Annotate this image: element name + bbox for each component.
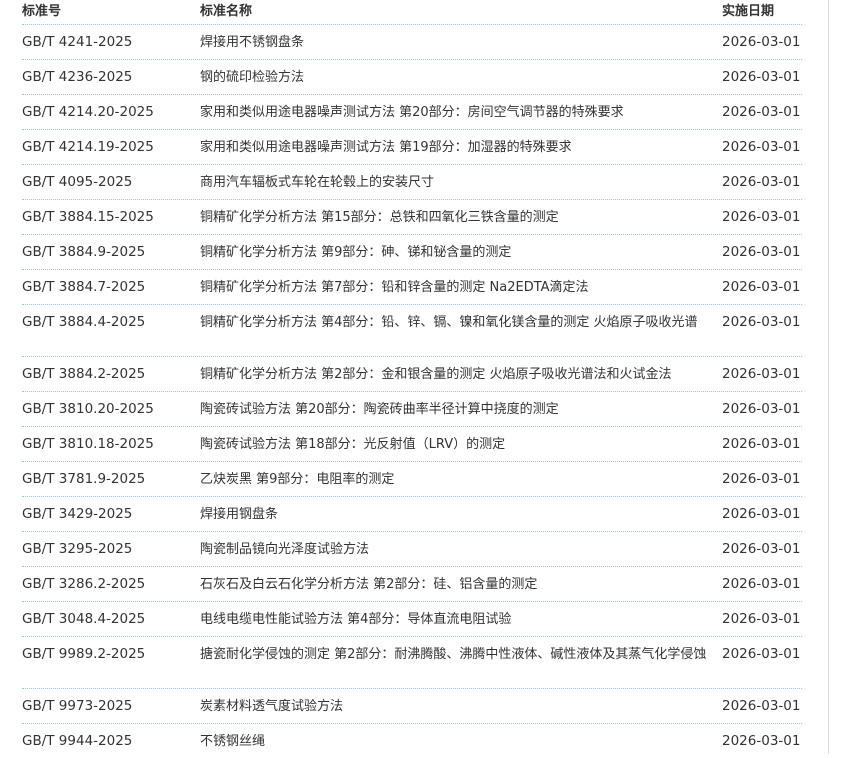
implementation-date: 2026-03-01 [722,471,801,487]
standards-table: 标准号 标准名称 实施日期 GB/T 4241-2025 焊接用不锈钢盘条 2026… [22,0,802,758]
implementation-date: 2026-03-01 [722,401,801,417]
standard-number[interactable]: GB/T 3810.20-2025 [22,397,200,422]
standard-number[interactable]: GB/T 3884.15-2025 [22,205,200,230]
standard-name[interactable]: 焊接用钢盘条 [200,502,722,527]
implementation-date: 2026-03-01 [722,174,801,190]
standard-number[interactable]: GB/T 3286.2-2025 [22,572,200,597]
table-row[interactable]: GB/T 9989.2-2025 搪瓷耐化学侵蚀的测定 第2部分：耐沸腾酸、沸腾中… [22,636,802,688]
table-row[interactable]: GB/T 9944-2025 不锈钢丝绳 2026-03-01 [22,723,802,758]
implementation-date: 2026-03-01 [722,209,801,225]
standard-name[interactable]: 不锈钢丝绳 [200,729,722,754]
standard-name[interactable]: 石灰石及白云石化学分析方法 第2部分：硅、铝含量的测定 [200,572,722,597]
implementation-date: 2026-03-01 [722,279,801,295]
table-row[interactable]: GB/T 3810.18-2025 陶瓷砖试验方法 第18部分：光反射值（LRV）… [22,426,802,461]
standard-number[interactable]: GB/T 4214.19-2025 [22,135,200,160]
standard-name[interactable]: 陶瓷制品镜向光泽度试验方法 [200,537,722,562]
standard-number[interactable]: GB/T 3884.7-2025 [22,275,200,300]
table-row[interactable]: GB/T 9973-2025 炭素材料透气度试验方法 2026-03-01 [22,688,802,723]
table-row[interactable]: GB/T 4095-2025 商用汽车辐板式车轮在轮毂上的安装尺寸 2026-03-… [22,164,802,199]
table-row[interactable]: GB/T 3429-2025 焊接用钢盘条 2026-03-01 [22,496,802,531]
implementation-date: 2026-03-01 [722,139,801,155]
table-row[interactable]: GB/T 3810.20-2025 陶瓷砖试验方法 第20部分：陶瓷砖曲率半径计算… [22,391,802,426]
standard-number[interactable]: GB/T 3295-2025 [22,537,200,562]
standard-name[interactable]: 商用汽车辐板式车轮在轮毂上的安装尺寸 [200,170,722,195]
standard-name[interactable]: 铜精矿化学分析方法 第4部分：铅、锌、镉、镍和氧化镁含量的测定 火焰原子吸收光谱 [200,310,722,335]
standard-number[interactable]: GB/T 3884.2-2025 [22,362,200,387]
standard-number[interactable]: GB/T 4214.20-2025 [22,100,200,125]
standard-name[interactable]: 家用和类似用途电器噪声测试方法 第20部分：房间空气调节器的特殊要求 [200,100,722,125]
standard-number[interactable]: GB/T 3781.9-2025 [22,467,200,492]
table-row[interactable]: GB/T 4214.20-2025 家用和类似用途电器噪声测试方法 第20部分：房… [22,94,802,129]
implementation-date: 2026-03-01 [722,698,801,714]
standard-number[interactable]: GB/T 9973-2025 [22,694,200,719]
table-row[interactable]: GB/T 3884.7-2025 铜精矿化学分析方法 第7部分：铅和锌含量的测定 … [22,269,802,304]
standard-number[interactable]: GB/T 3048.4-2025 [22,607,200,632]
table-row[interactable]: GB/T 3884.4-2025 铜精矿化学分析方法 第4部分：铅、锌、镉、镍和氧… [22,304,802,356]
standard-number[interactable]: GB/T 4241-2025 [22,30,200,55]
implementation-date: 2026-03-01 [722,576,801,592]
table-row[interactable]: GB/T 3884.2-2025 铜精矿化学分析方法 第2部分：金和银含量的测定 … [22,356,802,391]
standard-number[interactable]: GB/T 4236-2025 [22,65,200,90]
standard-name[interactable]: 铜精矿化学分析方法 第15部分：总铁和四氧化三铁含量的测定 [200,205,722,230]
table-row[interactable]: GB/T 4236-2025 钢的硫印检验方法 2026-03-01 [22,59,802,94]
implementation-date: 2026-03-01 [722,506,801,522]
standard-number[interactable]: GB/T 3884.4-2025 [22,310,200,335]
header-implementation-date: 实施日期 [722,4,775,19]
standard-name[interactable]: 焊接用不锈钢盘条 [200,30,722,55]
standard-name[interactable]: 电线电缆电性能试验方法 第4部分：导体直流电阻试验 [200,607,722,632]
table-row[interactable]: GB/T 3286.2-2025 石灰石及白云石化学分析方法 第2部分：硅、铝含量… [22,566,802,601]
standard-name[interactable]: 乙炔炭黑 第9部分：电阻率的测定 [200,467,722,492]
standard-name[interactable]: 炭素材料透气度试验方法 [200,694,722,719]
table-header: 标准号 标准名称 实施日期 [22,0,802,24]
standard-name[interactable]: 陶瓷砖试验方法 第18部分：光反射值（LRV）的测定 [200,432,722,457]
standard-number[interactable]: GB/T 3429-2025 [22,502,200,527]
standard-name[interactable]: 钢的硫印检验方法 [200,65,722,90]
implementation-date: 2026-03-01 [722,541,801,557]
header-standard-name: 标准名称 [200,4,253,19]
standard-number[interactable]: GB/T 3884.9-2025 [22,240,200,265]
table-row[interactable]: GB/T 4241-2025 焊接用不锈钢盘条 2026-03-01 [22,24,802,59]
implementation-date: 2026-03-01 [722,436,801,452]
table-row[interactable]: GB/T 3884.9-2025 铜精矿化学分析方法 第9部分：砷、锑和铋含量的测… [22,234,802,269]
standard-number[interactable]: GB/T 9944-2025 [22,729,200,754]
standard-name[interactable]: 搪瓷耐化学侵蚀的测定 第2部分：耐沸腾酸、沸腾中性液体、碱性液体及其蒸气化学侵蚀 [200,642,722,667]
implementation-date: 2026-03-01 [722,314,801,330]
table-row[interactable]: GB/T 3884.15-2025 铜精矿化学分析方法 第15部分：总铁和四氧化三… [22,199,802,234]
implementation-date: 2026-03-01 [722,244,801,260]
implementation-date: 2026-03-01 [722,733,801,749]
implementation-date: 2026-03-01 [722,69,801,85]
standard-name[interactable]: 家用和类似用途电器噪声测试方法 第19部分：加湿器的特殊要求 [200,135,722,160]
implementation-date: 2026-03-01 [722,646,801,662]
standard-name[interactable]: 铜精矿化学分析方法 第2部分：金和银含量的测定 火焰原子吸收光谱法和火试金法 [200,362,722,387]
table-row[interactable]: GB/T 4214.19-2025 家用和类似用途电器噪声测试方法 第19部分：加… [22,129,802,164]
standard-name[interactable]: 铜精矿化学分析方法 第9部分：砷、锑和铋含量的测定 [200,240,722,265]
standard-number[interactable]: GB/T 4095-2025 [22,170,200,195]
header-standard-number: 标准号 [22,4,62,19]
standard-name[interactable]: 陶瓷砖试验方法 第20部分：陶瓷砖曲率半径计算中挠度的测定 [200,397,722,422]
implementation-date: 2026-03-01 [722,104,801,120]
standard-number[interactable]: GB/T 9989.2-2025 [22,642,200,667]
implementation-date: 2026-03-01 [722,366,801,382]
table-body: GB/T 4241-2025 焊接用不锈钢盘条 2026-03-01 GB/T 423… [22,24,802,758]
implementation-date: 2026-03-01 [722,611,801,627]
table-row[interactable]: GB/T 3295-2025 陶瓷制品镜向光泽度试验方法 2026-03-01 [22,531,802,566]
implementation-date: 2026-03-01 [722,34,801,50]
standard-number[interactable]: GB/T 3810.18-2025 [22,432,200,457]
content-frame: 标准号 标准名称 实施日期 GB/T 4241-2025 焊接用不锈钢盘条 2026… [0,0,829,754]
table-row[interactable]: GB/T 3048.4-2025 电线电缆电性能试验方法 第4部分：导体直流电阻试… [22,601,802,636]
table-row[interactable]: GB/T 3781.9-2025 乙炔炭黑 第9部分：电阻率的测定 2026-03-… [22,461,802,496]
standard-name[interactable]: 铜精矿化学分析方法 第7部分：铅和锌含量的测定 Na2EDTA滴定法 [200,275,722,300]
